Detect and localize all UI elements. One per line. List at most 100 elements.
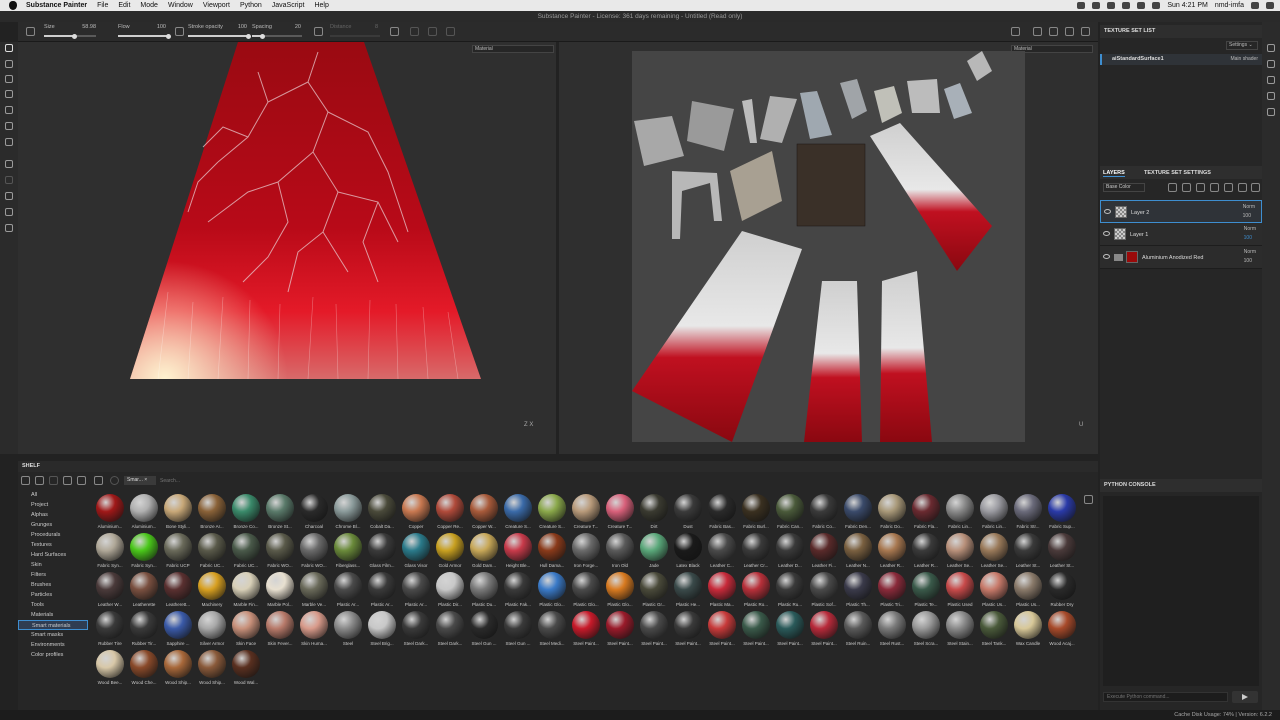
material-tile[interactable]: Steel Brig...: [365, 610, 399, 649]
record-icon[interactable]: [1092, 2, 1101, 9]
delete-layer-icon[interactable]: [1251, 183, 1260, 192]
menu-edit[interactable]: Edit: [113, 2, 135, 9]
symmetry-icon[interactable]: [390, 27, 399, 36]
stroke-opacity-value[interactable]: 100: [227, 24, 247, 30]
shelf-category[interactable]: Project: [18, 500, 88, 510]
material-tile[interactable]: Steel Rust...: [875, 610, 909, 649]
distance-value[interactable]: 8: [358, 24, 378, 30]
layer-row[interactable]: Layer 1 Norm 100: [1100, 223, 1262, 246]
material-tile[interactable]: Steel Paint...: [739, 610, 773, 649]
material-tile[interactable]: Gold Dam...: [467, 532, 501, 571]
control-center-icon[interactable]: [1266, 2, 1274, 9]
channel-dropdown[interactable]: Base Color: [1103, 183, 1145, 192]
material-tile[interactable]: Fabric Den...: [841, 493, 875, 532]
material-tile[interactable]: Fabric Do...: [875, 493, 909, 532]
flow-slider[interactable]: [118, 33, 171, 39]
material-tile[interactable]: Steel Tank...: [977, 610, 1011, 649]
material-tile[interactable]: Fabric Lin...: [943, 493, 977, 532]
material-tile[interactable]: Fabric WO...: [263, 532, 297, 571]
material-tile[interactable]: Leather C...: [705, 532, 739, 571]
shelf-category[interactable]: Tools: [18, 600, 88, 610]
eraser-icon[interactable]: [5, 60, 13, 68]
material-tile[interactable]: Fabric Burl...: [739, 493, 773, 532]
material-tile[interactable]: Bone Styli...: [161, 493, 195, 532]
material-tile[interactable]: Leather St...: [1045, 532, 1079, 571]
spacing-slider-knob[interactable]: [259, 33, 265, 39]
material-tile[interactable]: Leather R...: [909, 532, 943, 571]
tab-texture-set-settings[interactable]: TEXTURE SET SETTINGS: [1144, 170, 1211, 176]
python-command-input[interactable]: [1103, 692, 1228, 702]
material-tile[interactable]: Skin Huma...: [297, 610, 331, 649]
material-tile[interactable]: Steel Paint...: [637, 610, 671, 649]
material-tile[interactable]: Fabric UCP: [161, 532, 195, 571]
texture-set-item[interactable]: aiStandardSurface1 Main shader: [1100, 54, 1262, 65]
material-tile[interactable]: Plastic Ar...: [365, 571, 399, 610]
preset-icon[interactable]: [110, 476, 119, 485]
material-tile[interactable]: Plastic Sof...: [807, 571, 841, 610]
layer-opacity[interactable]: 100: [1244, 235, 1252, 241]
material-tile[interactable]: Fabric Bas...: [705, 493, 739, 532]
material-tile[interactable]: Aluminium...: [127, 493, 161, 532]
visibility-eye-icon[interactable]: [1103, 231, 1110, 236]
texture-set-list-icon[interactable]: [1267, 44, 1275, 52]
material-tile[interactable]: Wood Ship...: [161, 649, 195, 688]
execute-button[interactable]: [1232, 691, 1258, 703]
material-tile[interactable]: Wax Candle: [1011, 610, 1045, 649]
display-settings-icon[interactable]: [1049, 27, 1058, 36]
material-tile[interactable]: Fabric Lin...: [977, 493, 1011, 532]
material-tile[interactable]: Bronze Co...: [229, 493, 263, 532]
material-tile[interactable]: Fabric Co...: [807, 493, 841, 532]
import-icon[interactable]: [77, 476, 86, 485]
material-tile[interactable]: Leatherett...: [161, 571, 195, 610]
material-tile[interactable]: Rubber Tir...: [127, 610, 161, 649]
menu-mode[interactable]: Mode: [135, 2, 163, 9]
material-tile[interactable]: Plastic Ma...: [705, 571, 739, 610]
split-view-icon[interactable]: [1011, 27, 1020, 36]
material-tile[interactable]: Fabric Sup...: [1045, 493, 1079, 532]
material-tile[interactable]: Plastic Gr...: [637, 571, 671, 610]
size-value[interactable]: 58.98: [76, 24, 96, 30]
shader-icon[interactable]: [5, 208, 13, 216]
material-tile[interactable]: Leather Cr...: [739, 532, 773, 571]
save-icon[interactable]: [49, 476, 58, 485]
material-tile[interactable]: Latex Black: [671, 532, 705, 571]
material-tile[interactable]: Steel Scra...: [909, 610, 943, 649]
new-shelf-icon[interactable]: [35, 476, 44, 485]
shelf-category[interactable]: Brushes: [18, 580, 88, 590]
menu-window[interactable]: Window: [163, 2, 198, 9]
mirror-x-icon[interactable]: [410, 27, 419, 36]
shelf-category[interactable]: Procedurals: [18, 530, 88, 540]
material-tile[interactable]: Fabric Syn...: [93, 532, 127, 571]
material-picker-icon[interactable]: [5, 138, 13, 146]
shelf-category[interactable]: Materials: [18, 610, 88, 620]
python-console-output[interactable]: [1103, 496, 1259, 686]
material-tile[interactable]: Fabric UC...: [229, 532, 263, 571]
uv-canvas[interactable]: [632, 51, 1025, 442]
history-icon[interactable]: [1267, 92, 1275, 100]
material-tile[interactable]: Leather W...: [93, 571, 127, 610]
material-tile[interactable]: Wood Che...: [127, 649, 161, 688]
material-tile[interactable]: Plastic Ro...: [739, 571, 773, 610]
material-tile[interactable]: Marble Pol...: [263, 571, 297, 610]
material-tile[interactable]: Machinery: [195, 571, 229, 610]
menu-javascript[interactable]: JavaScript: [267, 2, 310, 9]
material-tile[interactable]: Height Ble...: [501, 532, 535, 571]
material-tile[interactable]: Steel Paint...: [773, 610, 807, 649]
render-icon[interactable]: [1081, 27, 1090, 36]
material-tile[interactable]: Plastic Us...: [977, 571, 1011, 610]
shelf-category[interactable]: Environments: [18, 640, 88, 650]
viewport-mode-icon[interactable]: [1033, 27, 1042, 36]
material-tile[interactable]: Skin Face: [229, 610, 263, 649]
menu-file[interactable]: File: [92, 2, 113, 9]
add-mask-icon[interactable]: [1182, 183, 1191, 192]
material-tile[interactable]: Steel Paint...: [807, 610, 841, 649]
smudge-icon[interactable]: [5, 106, 13, 114]
spacing-slider[interactable]: [252, 33, 302, 39]
material-tile[interactable]: Copper Re...: [433, 493, 467, 532]
layer-name[interactable]: Layer 2: [1131, 210, 1149, 216]
material-tile[interactable]: Leather Se...: [977, 532, 1011, 571]
mirror-z-icon[interactable]: [446, 27, 455, 36]
material-tile[interactable]: Fabric Can...: [773, 493, 807, 532]
material-tile[interactable]: Dirt: [637, 493, 671, 532]
polygon-fill-icon[interactable]: [5, 90, 13, 98]
